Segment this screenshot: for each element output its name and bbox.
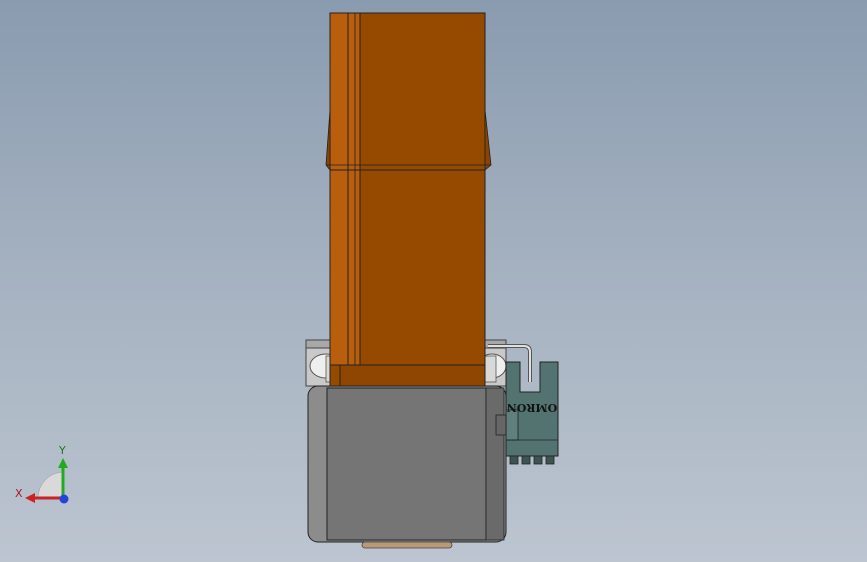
stepper-motor[interactable] [307,385,507,549]
actuator-body[interactable] [325,12,492,387]
y-axis-arrowhead [58,458,68,468]
sensor-brand-label: OMRON [507,401,558,414]
x-axis-label: X [15,487,23,500]
z-axis-dot [59,494,69,504]
y-axis-label: Y [58,444,66,457]
coordinate-triad: Y X [15,444,69,504]
x-axis-arrowhead [25,493,35,503]
model-viewport[interactable]: OMRON Y X [0,0,867,562]
